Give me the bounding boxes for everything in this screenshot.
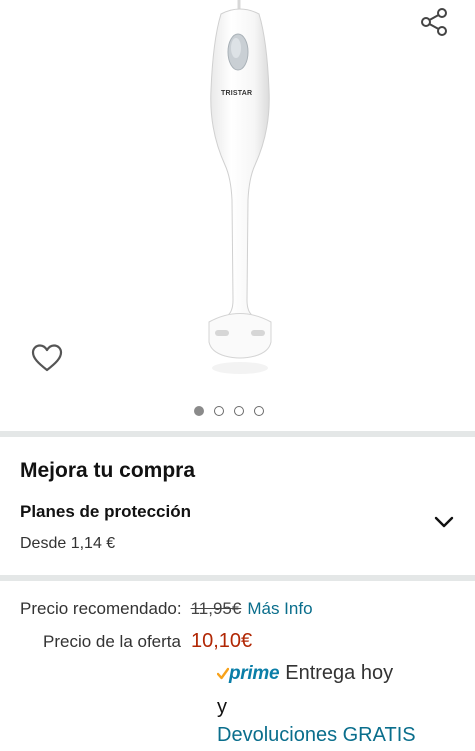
conjunction-text: y bbox=[217, 696, 227, 718]
offer-price-label: Precio de la oferta bbox=[43, 632, 181, 651]
carousel-dot[interactable] bbox=[234, 406, 244, 416]
protection-plans-row[interactable]: Planes de protección Desde 1,14 € bbox=[0, 497, 475, 565]
prime-badge: prime bbox=[217, 662, 280, 685]
section-divider bbox=[0, 575, 475, 581]
upgrade-title: Mejora tu compra bbox=[20, 459, 196, 482]
prime-delivery-row: prime Entrega hoy bbox=[217, 662, 393, 685]
product-brand-logo: TRISTAR bbox=[221, 90, 253, 97]
prime-label: prime bbox=[229, 662, 280, 684]
price-section: Precio recomendado: 11,95€ Más Info Prec… bbox=[0, 582, 475, 751]
heart-icon bbox=[31, 344, 63, 372]
recommended-price-value: 11,95€ bbox=[190, 599, 242, 618]
carousel-dot[interactable] bbox=[214, 406, 224, 416]
delivery-text: Entrega hoy bbox=[285, 662, 394, 684]
offer-price-value: 10,10€ bbox=[190, 630, 253, 652]
recommended-price-row: Precio recomendado: 11,95€ Más Info bbox=[20, 599, 313, 625]
carousel-indicator bbox=[194, 406, 264, 416]
protection-plan-price: Desde 1,14 € bbox=[20, 535, 116, 552]
product-image-gallery[interactable]: TRISTAR bbox=[0, 0, 475, 432]
wishlist-button[interactable] bbox=[30, 342, 64, 374]
upgrade-section: Mejora tu compra Planes de protección De… bbox=[0, 437, 475, 575]
product-image bbox=[208, 0, 272, 374]
more-info-link[interactable]: Más Info bbox=[247, 599, 312, 619]
share-icon bbox=[421, 8, 447, 36]
recommended-price-label: Precio recomendado: bbox=[20, 599, 182, 618]
share-button[interactable] bbox=[418, 6, 450, 38]
offer-price-row: Precio de la oferta 10,10€ bbox=[43, 630, 252, 656]
protection-plan-title: Planes de protección bbox=[20, 502, 191, 521]
chevron-down-icon[interactable] bbox=[433, 514, 455, 530]
carousel-dot[interactable] bbox=[194, 406, 204, 416]
free-returns-link[interactable]: Devoluciones GRATIS bbox=[217, 724, 416, 747]
check-icon bbox=[217, 667, 229, 679]
carousel-dot[interactable] bbox=[254, 406, 264, 416]
